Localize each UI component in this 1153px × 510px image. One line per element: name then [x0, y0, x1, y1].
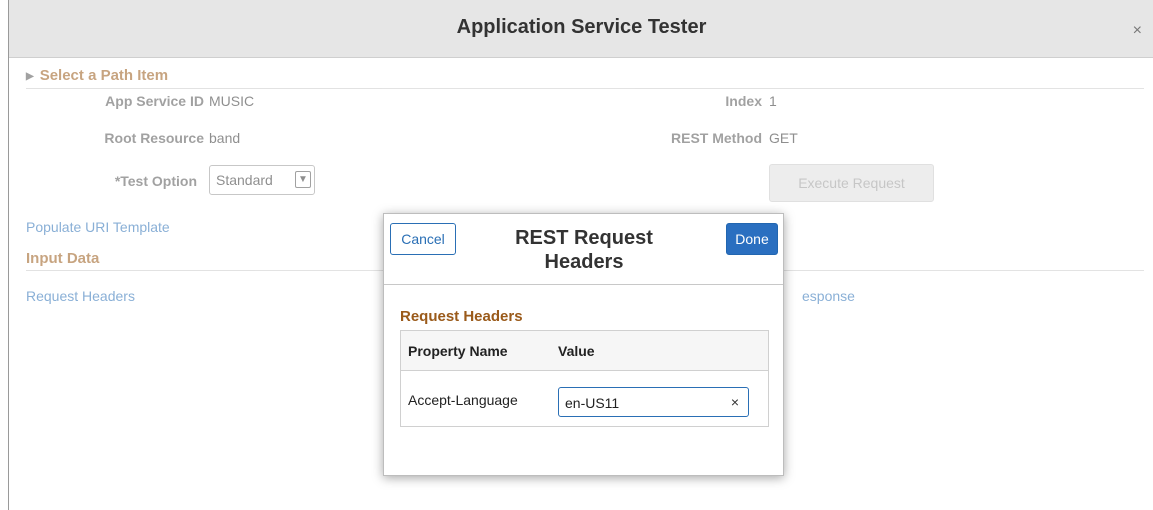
- divider: [26, 88, 1144, 89]
- grid-header: Property Name Value: [401, 331, 768, 371]
- header-value-field[interactable]: ×: [558, 387, 749, 417]
- request-headers-grid: Property Name Value Accept-Language ×: [400, 330, 769, 427]
- request-headers-heading: Request Headers: [400, 308, 523, 325]
- modal-title: REST Request Headers: [515, 227, 653, 273]
- request-headers-link[interactable]: Request Headers: [26, 288, 135, 304]
- done-button[interactable]: Done: [726, 223, 778, 255]
- header-value-input[interactable]: [565, 393, 715, 413]
- index-label: Index: [725, 93, 762, 109]
- app-service-id-value: MUSIC: [209, 93, 255, 109]
- chevron-down-icon: ▼: [295, 171, 311, 188]
- test-option-value: Standard: [216, 172, 273, 188]
- test-option-select[interactable]: Standard ▼: [209, 165, 315, 195]
- populate-uri-template-link[interactable]: Populate URI Template: [26, 219, 170, 235]
- column-header-property-name: Property Name: [408, 343, 508, 359]
- index-value: 1: [769, 93, 777, 109]
- column-header-value: Value: [558, 343, 595, 359]
- select-path-item-heading[interactable]: ▶ Select a Path Item: [26, 67, 168, 84]
- property-name-cell: Accept-Language: [408, 392, 518, 408]
- app-service-id-label: App Service ID: [105, 93, 204, 109]
- clear-icon[interactable]: ×: [731, 394, 739, 410]
- rest-method-label: REST Method: [671, 130, 762, 146]
- rest-method-value: GET: [769, 130, 798, 146]
- root-resource-label: Root Resource: [104, 130, 204, 146]
- root-resource-value: band: [209, 130, 241, 146]
- expand-triangle-icon: ▶: [26, 71, 34, 82]
- input-data-heading: Input Data: [26, 250, 100, 267]
- test-option-label: *Test Option: [114, 173, 197, 189]
- cancel-button[interactable]: Cancel: [390, 223, 456, 255]
- execute-request-button[interactable]: Execute Request: [769, 164, 934, 202]
- modal-header: Cancel REST Request Headers Done: [384, 214, 783, 285]
- rest-request-headers-modal: Cancel REST Request Headers Done Request…: [383, 213, 784, 476]
- response-link[interactable]: esponse: [802, 288, 855, 304]
